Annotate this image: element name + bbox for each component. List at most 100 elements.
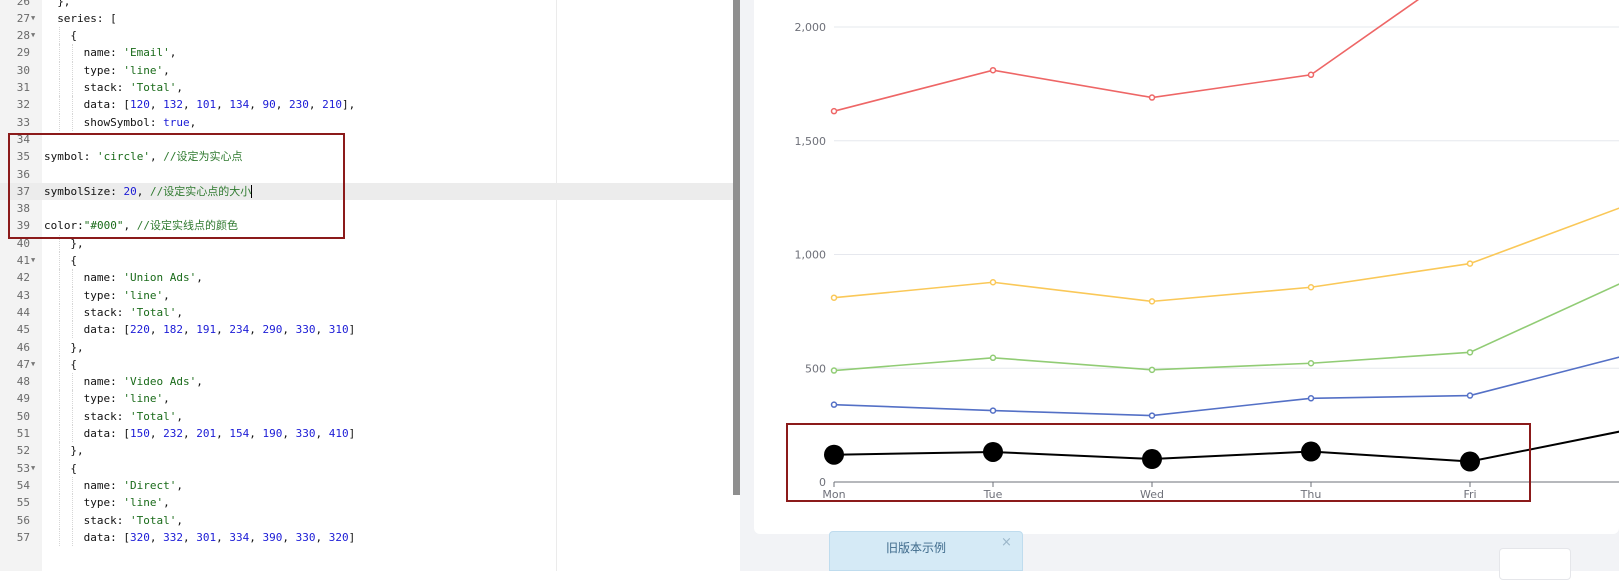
indent-guide: [72, 494, 74, 512]
code-line[interactable]: 57 data: [320, 332, 301, 334, 390, 330, 3…: [0, 528, 733, 547]
close-icon[interactable]: ×: [1001, 535, 1012, 550]
code-token: ,: [216, 323, 230, 337]
code-token: type:: [83, 63, 124, 77]
code-token: {: [70, 254, 78, 267]
line-number: 32: [16, 98, 30, 112]
code-line[interactable]: 47 ▼ {: [0, 355, 733, 374]
indent-guide: [59, 44, 61, 62]
code-token: ,: [149, 530, 164, 544]
indent-guide: [59, 494, 61, 512]
code-token: ,: [176, 513, 183, 527]
code-token: 182: [163, 323, 183, 337]
code-line[interactable]: 29 name: 'Email',: [0, 44, 733, 62]
fold-toggle-icon[interactable]: ▼: [31, 356, 35, 373]
code-token: ,: [249, 98, 263, 112]
code-token: 'Union Ads': [123, 271, 197, 285]
code-line[interactable]: 46},: [0, 338, 733, 356]
fold-toggle-icon[interactable]: ▼: [31, 10, 35, 27]
indent-guide: [59, 303, 61, 322]
code-line[interactable]: 43 type: 'line',: [0, 286, 733, 304]
code-token: {: [70, 461, 78, 475]
line-number: 46: [16, 340, 30, 354]
code-token: ,: [169, 46, 177, 60]
code-line[interactable]: 48 name: 'Video Ads',: [0, 373, 733, 391]
code-line[interactable]: 52},: [0, 442, 733, 460]
code-text: type: 'line',: [84, 287, 170, 304]
line-number: 33: [16, 115, 30, 129]
code-token: },: [70, 444, 84, 458]
code-token: true: [163, 115, 190, 129]
indent-guide: [59, 269, 61, 287]
series-point: [1466, 260, 1474, 267]
code-token: ,: [182, 323, 197, 337]
indent-guide: [72, 390, 74, 408]
code-line[interactable]: 51 data: [150, 232, 201, 154, 190, 330, 4…: [0, 425, 733, 443]
indent-guide: [59, 425, 61, 443]
code-token: ,: [315, 530, 329, 544]
indent-guide: [59, 113, 61, 131]
code-line[interactable]: 55 type: 'line',: [0, 494, 733, 512]
code-token: ,: [196, 375, 203, 389]
code-line[interactable]: 50 stack: 'Total',: [0, 407, 733, 425]
code-text: stack: 'Total',: [84, 408, 183, 425]
code-token: ,: [216, 427, 230, 440]
code-line[interactable]: 56 stack: 'Total',: [0, 511, 733, 529]
indent-guide: [59, 373, 61, 391]
series-point: [1148, 94, 1156, 101]
code-text: type: 'line',: [84, 390, 170, 407]
series-point: [989, 279, 997, 286]
fold-toggle-icon[interactable]: ▼: [31, 252, 35, 269]
fold-toggle-icon[interactable]: ▼: [31, 460, 35, 477]
code-line[interactable]: 32 data: [120, 132, 101, 134, 90, 230, 21…: [0, 96, 733, 114]
fold-toggle-icon[interactable]: ▼: [31, 27, 35, 44]
old-version-example-tab[interactable]: 旧版本示例 ×: [829, 531, 1023, 571]
line-number: 45: [16, 323, 30, 337]
indent-guide: [72, 528, 74, 547]
line-number: 31: [16, 81, 30, 94]
code-token: ,: [163, 288, 170, 302]
code-line[interactable]: 54 name: 'Direct',: [0, 476, 733, 495]
code-token: ,: [182, 427, 197, 440]
code-token: 190: [262, 427, 283, 440]
code-line[interactable]: 45 data: [220, 182, 191, 234, 290, 330, 3…: [0, 321, 733, 339]
line-number: 43: [16, 288, 30, 302]
line-number: 54: [16, 478, 30, 492]
series-line: [833, 283, 1619, 372]
y-tick-label: 500: [805, 362, 826, 375]
code-token: ,: [249, 427, 263, 440]
series-point: [1148, 366, 1156, 374]
code-line[interactable]: 42 name: 'Union Ads',: [0, 269, 733, 287]
code-text: {: [70, 460, 77, 477]
code-token: data: [: [83, 98, 130, 112]
code-token: 220: [129, 323, 150, 337]
indent-guide: [59, 476, 61, 495]
code-line[interactable]: 26},: [0, 0, 733, 10]
indent-guide: [72, 269, 74, 287]
code-line[interactable]: 41 ▼ {: [0, 252, 733, 270]
code-line[interactable]: 27 ▼ series: [: [0, 10, 733, 27]
code-line[interactable]: 49 type: 'line',: [0, 390, 733, 408]
code-token: 201: [196, 427, 217, 440]
series-point: [989, 66, 997, 74]
series-point: [1148, 298, 1156, 305]
code-text: data: [120, 132, 101, 134, 90, 230, 210]…: [84, 96, 356, 113]
code-line[interactable]: 53 ▼ {: [0, 459, 733, 477]
code-line[interactable]: 33 showSymbol: true,: [0, 113, 733, 131]
editor-scrollbar[interactable]: [733, 0, 740, 495]
indent-guide: [59, 355, 61, 374]
code-token: 120: [129, 98, 150, 112]
code-line[interactable]: 28 ▼ {: [0, 27, 733, 45]
code-line[interactable]: 30 type: 'line',: [0, 61, 733, 79]
code-editor[interactable]: 26}, 27 ▼ series: [28 ▼{29 name: 'Email', 30 ty…: [0, 0, 733, 571]
code-token: ,: [315, 427, 329, 440]
code-line[interactable]: 44 stack: 'Total',: [0, 303, 733, 322]
code-token: ,: [163, 63, 170, 77]
code-token: ,: [282, 323, 296, 337]
code-token: ,: [149, 323, 164, 337]
code-token: stack:: [83, 305, 130, 319]
series-point: [989, 407, 997, 414]
code-token: 390: [262, 530, 283, 544]
line-number: 52: [16, 444, 30, 458]
code-text: type: 'line',: [84, 62, 170, 79]
code-line[interactable]: 31 stack: 'Total',: [0, 79, 733, 97]
